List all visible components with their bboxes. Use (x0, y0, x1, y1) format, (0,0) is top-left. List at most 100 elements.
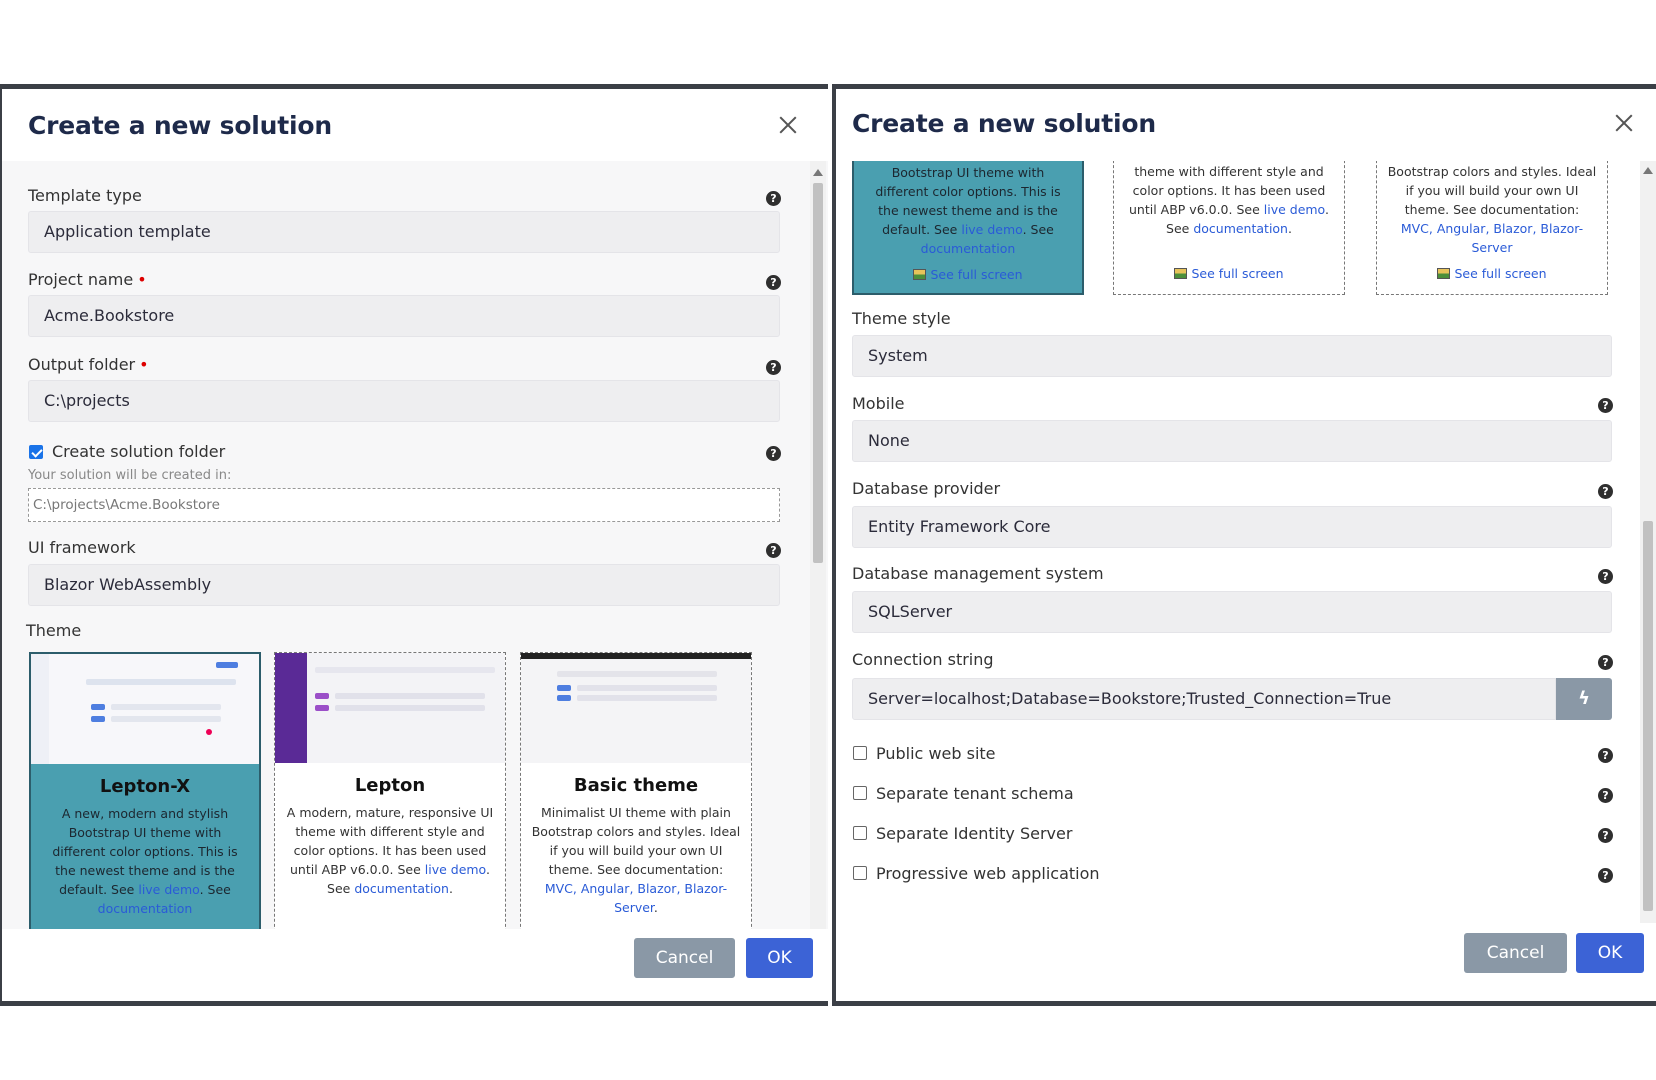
question-circle-icon[interactable]: ? (1598, 484, 1613, 499)
dialog-title: Create a new solution (852, 109, 1156, 138)
ok-button[interactable]: OK (1576, 933, 1644, 973)
dialog-header: Create a new solution (836, 89, 1656, 161)
documentation-link[interactable]: documentation (1193, 221, 1288, 236)
theme-card-lepton[interactable]: theme with different style and color opt… (1113, 161, 1345, 295)
connection-string-label: Connection string (852, 650, 994, 669)
dialog-footer: Cancel OK (836, 923, 1656, 1001)
theme-description: A modern, mature, responsive UI theme wi… (286, 805, 494, 896)
scroll-up-arrow[interactable] (813, 169, 823, 176)
theme-style-label: Theme style (852, 309, 951, 328)
question-circle-icon[interactable]: ? (766, 275, 781, 290)
documentation-links[interactable]: MVC, Angular, Blazor, Blazor-Server (1401, 221, 1583, 255)
database-provider-select[interactable]: Entity Framework Core (852, 506, 1612, 548)
image-icon (913, 269, 927, 280)
output-folder-input[interactable]: C:\projects (28, 380, 780, 422)
create-solution-dialog-right: Create a new solution Bootstrap UI theme… (832, 84, 1656, 1006)
theme-style-select[interactable]: System (852, 335, 1612, 377)
question-circle-icon[interactable]: ? (766, 360, 781, 375)
theme-description: theme with different style and color opt… (1129, 164, 1329, 236)
question-circle-icon[interactable]: ? (1598, 569, 1613, 584)
output-folder-label: Output folder • (28, 355, 149, 374)
scrollbar[interactable] (1640, 161, 1656, 923)
theme-name: Lepton (354, 775, 426, 796)
dialog-body: Template type ? Application template Pro… (2, 161, 828, 929)
see-full-screen-link[interactable]: See full screen (1377, 266, 1607, 281)
theme-card-basic[interactable]: Bootstrap colors and styles. Ideal if yo… (1376, 161, 1608, 295)
live-demo-link[interactable]: live demo (961, 222, 1022, 237)
theme-description: A new, modern and stylish Bootstrap UI t… (52, 806, 238, 916)
create-solution-dialog-left: Create a new solution Template type ? Ap… (0, 84, 828, 1006)
dbms-label: Database management system (852, 564, 1104, 583)
connection-string-input[interactable]: Server=localhost;Database=Bookstore;Trus… (852, 678, 1556, 720)
theme-name: Basic theme (573, 775, 699, 796)
theme-card-basic[interactable]: Basic theme Minimalist UI theme with pla… (520, 652, 752, 929)
question-circle-icon[interactable]: ? (766, 543, 781, 558)
separate-identity-server-checkbox[interactable] (853, 826, 867, 840)
separate-tenant-schema-checkbox[interactable] (853, 786, 867, 800)
question-circle-icon[interactable]: ? (1598, 828, 1613, 843)
solution-path-preview: C:\projects\Acme.Bookstore (28, 488, 780, 522)
ok-button[interactable]: OK (746, 938, 813, 978)
separate-identity-server-label: Separate Identity Server (876, 824, 1073, 843)
mobile-label: Mobile (852, 394, 905, 413)
create-solution-folder-label: Create solution folder (52, 442, 226, 461)
theme-card-lepton[interactable]: Lepton A modern, mature, responsive UI t… (274, 652, 506, 929)
cancel-button[interactable]: Cancel (1464, 933, 1567, 973)
scrollbar[interactable] (810, 161, 826, 929)
scroll-thumb[interactable] (813, 183, 823, 563)
dialog-header: Create a new solution (2, 89, 828, 161)
image-icon (1174, 268, 1188, 279)
dialog-body: Bootstrap UI theme with different color … (836, 161, 1656, 923)
live-demo-link[interactable]: live demo (1264, 202, 1325, 217)
progressive-web-app-label: Progressive web application (876, 864, 1100, 883)
solution-path-caption: Your solution will be created in: (28, 468, 232, 483)
close-icon[interactable] (1612, 111, 1636, 135)
create-solution-folder-checkbox[interactable] (29, 445, 43, 459)
live-demo-link[interactable]: live demo (138, 882, 199, 897)
documentation-link[interactable]: documentation (98, 901, 193, 916)
ui-framework-label: UI framework (28, 538, 136, 557)
close-icon[interactable] (776, 113, 800, 137)
theme-preview-image (31, 654, 259, 764)
dbms-select[interactable]: SQLServer (852, 591, 1612, 633)
question-circle-icon[interactable]: ? (1598, 788, 1613, 803)
theme-label: Theme (26, 621, 82, 640)
question-circle-icon[interactable]: ? (766, 446, 781, 461)
theme-preview-image (275, 653, 505, 763)
theme-card-lepton-x[interactable]: Bootstrap UI theme with different color … (852, 161, 1084, 295)
mobile-select[interactable]: None (852, 420, 1612, 462)
dialog-footer: Cancel OK (2, 929, 828, 1001)
cancel-button[interactable]: Cancel (634, 938, 735, 978)
see-full-screen-link[interactable]: See full screen (854, 267, 1082, 282)
theme-description: Bootstrap UI theme with different color … (875, 165, 1061, 256)
question-circle-icon[interactable]: ? (1598, 748, 1613, 763)
question-circle-icon[interactable]: ? (766, 191, 781, 206)
project-name-label-text: Project name (28, 270, 134, 289)
live-demo-link[interactable]: live demo (425, 862, 486, 877)
public-web-site-label: Public web site (876, 744, 996, 763)
project-name-input[interactable]: Acme.Bookstore (28, 295, 780, 337)
scroll-up-arrow[interactable] (1643, 167, 1653, 174)
theme-name: Lepton-X (99, 776, 191, 797)
theme-card-lepton-x[interactable]: Lepton-X A new, modern and stylish Boots… (29, 652, 261, 929)
question-circle-icon[interactable]: ? (1598, 655, 1613, 670)
lightning-icon[interactable]: ϟ (1556, 678, 1612, 720)
theme-preview-image (521, 653, 751, 763)
documentation-link[interactable]: documentation (354, 881, 449, 896)
scroll-thumb[interactable] (1643, 521, 1653, 911)
output-folder-label-text: Output folder (28, 355, 136, 374)
theme-description: Minimalist UI theme with plain Bootstrap… (531, 805, 741, 915)
question-circle-icon[interactable]: ? (1598, 868, 1613, 883)
project-name-label: Project name • (28, 270, 147, 289)
documentation-links[interactable]: MVC, Angular, Blazor, Blazor-Server (545, 881, 727, 915)
image-icon (1437, 268, 1451, 279)
ui-framework-select[interactable]: Blazor WebAssembly (28, 564, 780, 606)
public-web-site-checkbox[interactable] (853, 746, 867, 760)
template-type-select[interactable]: Application template (28, 211, 780, 253)
documentation-link[interactable]: documentation (921, 241, 1016, 256)
question-circle-icon[interactable]: ? (1598, 398, 1613, 413)
database-provider-label: Database provider (852, 479, 1001, 498)
separate-tenant-schema-label: Separate tenant schema (876, 784, 1074, 803)
progressive-web-app-checkbox[interactable] (853, 866, 867, 880)
see-full-screen-link[interactable]: See full screen (1114, 266, 1344, 281)
